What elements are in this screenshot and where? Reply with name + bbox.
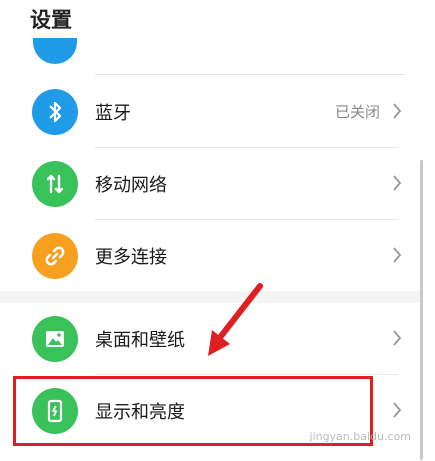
watermark: jingyan.baidu.com xyxy=(309,430,411,443)
setting-label: 移动网络 xyxy=(95,175,167,196)
page-title: 设置 xyxy=(30,8,72,32)
pointer-arrow-icon xyxy=(208,283,263,356)
chevron-right-icon xyxy=(393,330,402,346)
chevron-right-icon xyxy=(393,247,402,263)
link-icon xyxy=(32,233,78,279)
bluetooth-icon xyxy=(32,89,78,135)
mobile-data-icon xyxy=(32,161,78,207)
chevron-right-icon xyxy=(393,402,402,418)
setting-label: 蓝牙 xyxy=(95,103,131,124)
setting-value: 已关闭 xyxy=(334,103,380,121)
divider xyxy=(95,74,405,75)
partial-setting-icon xyxy=(33,38,77,64)
chevron-right-icon xyxy=(393,175,402,191)
chevron-right-icon xyxy=(393,103,402,119)
scrollbar[interactable] xyxy=(420,160,423,460)
image-icon xyxy=(32,316,78,362)
setting-label: 更多连接 xyxy=(95,247,167,268)
setting-row-mobile-network[interactable]: 移动网络 xyxy=(0,148,420,220)
setting-label: 桌面和壁纸 xyxy=(95,330,185,351)
setting-row-bluetooth[interactable]: 蓝牙 已关闭 xyxy=(0,76,420,148)
